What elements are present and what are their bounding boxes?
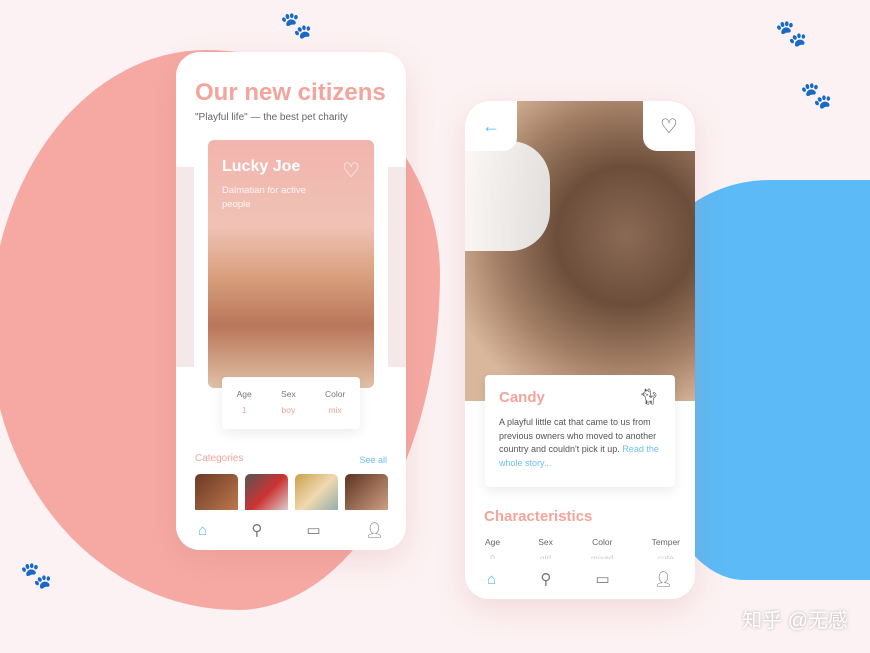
stat-label: Sex [281, 389, 296, 399]
stat-value: mix [328, 405, 342, 415]
bottom-nav: ⌂ ⚲ ▭ 👤︎ [465, 559, 695, 599]
bottom-nav: ⌂ ⚲ ▭ 👤︎ [176, 510, 406, 550]
pet-stats: Age 1 Sex boy Color mix [222, 377, 360, 429]
category-thumb[interactable] [295, 474, 338, 514]
category-thumb[interactable] [195, 474, 238, 514]
char-label: Age [485, 537, 501, 547]
paw-icon: 🐾 [20, 560, 53, 590]
home-icon[interactable]: ⌂ [198, 522, 207, 539]
watermark: 知乎 @无感 [742, 610, 848, 632]
heart-icon[interactable]: ♡ [342, 158, 360, 183]
phone-list-screen: Our new citizens "Playful life" — the be… [176, 52, 406, 550]
page-title: Our new citizens [195, 79, 386, 106]
pet-description: Dalmatian for active people [222, 185, 306, 210]
char-label: Temper [651, 537, 680, 547]
card-icon[interactable]: ▭ [306, 521, 320, 539]
stat-label: Color [325, 389, 346, 399]
pet-name: Candy [499, 389, 545, 406]
cat-icon: 🐈︎ [638, 389, 659, 406]
stat-label: Age [236, 389, 252, 399]
paw-icon: 🐾 [775, 18, 808, 48]
characteristics-heading: Characteristics [484, 508, 593, 525]
category-thumb[interactable] [245, 474, 288, 514]
back-arrow-icon[interactable]: ← [465, 101, 517, 151]
see-all-link[interactable]: See all [359, 455, 387, 465]
stat-value: 1 [241, 405, 247, 415]
phone-detail-screen: ← ♡ Candy 🐈︎ A playful little cat that c… [465, 101, 695, 599]
next-card-peek[interactable] [388, 167, 406, 367]
user-icon[interactable]: 👤︎ [365, 521, 384, 539]
categories-heading: Categories [195, 453, 244, 464]
category-thumb[interactable] [345, 474, 388, 514]
paw-icon: 🐾 [800, 80, 833, 110]
pet-info-card: Candy 🐈︎ A playful little cat that came … [485, 375, 675, 487]
pet-card[interactable]: Lucky Joe Dalmatian for active people ♡ [208, 140, 374, 388]
char-label: Sex [538, 537, 553, 547]
card-icon[interactable]: ▭ [595, 570, 609, 588]
search-icon[interactable]: ⚲ [540, 570, 551, 588]
heart-icon[interactable]: ♡ [643, 101, 695, 151]
stat-value: boy [281, 405, 296, 415]
char-label: Color [592, 537, 613, 547]
pet-name: Lucky Joe [222, 158, 301, 175]
page-subtitle: "Playful life" — the best pet charity [195, 112, 348, 123]
user-icon[interactable]: 👤︎ [654, 570, 673, 588]
home-icon[interactable]: ⌂ [487, 571, 496, 588]
paw-icon: 🐾 [280, 10, 313, 40]
prev-card-peek[interactable] [176, 167, 194, 367]
search-icon[interactable]: ⚲ [251, 521, 262, 539]
